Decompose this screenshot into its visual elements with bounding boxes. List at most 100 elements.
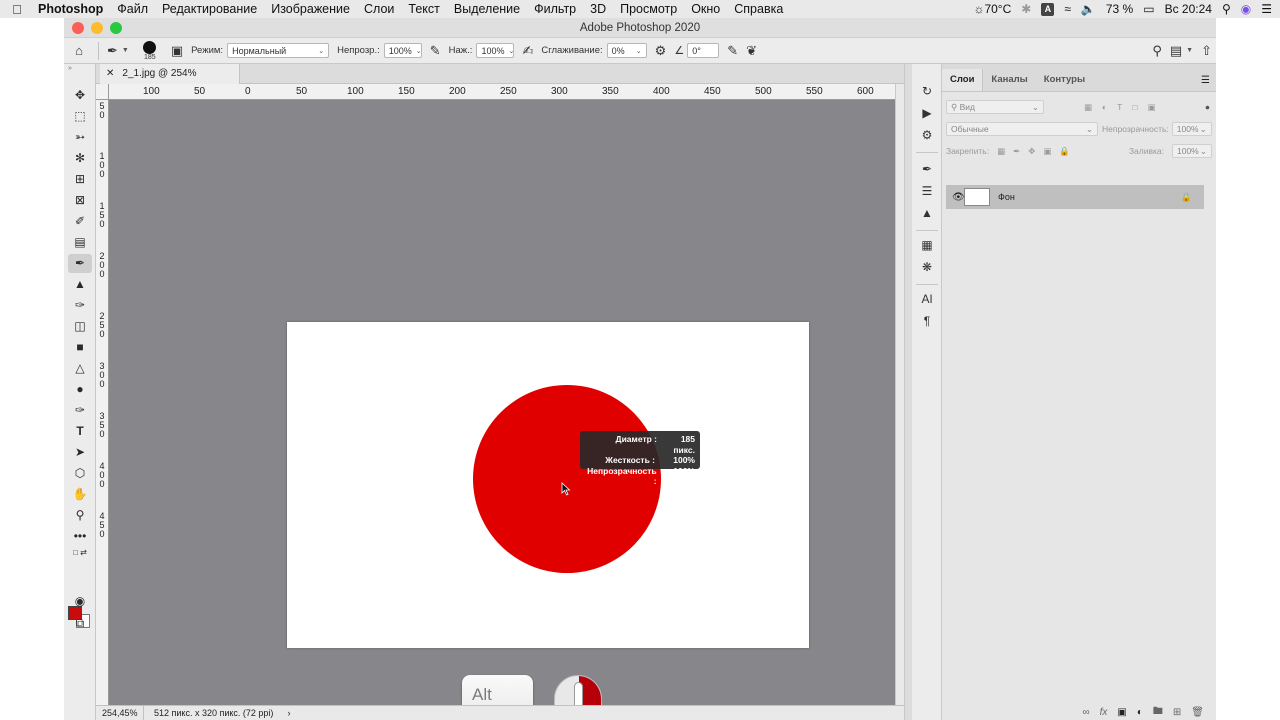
trash-icon[interactable]: 🗑 — [1191, 707, 1204, 718]
collapse-icon[interactable]: » — [64, 64, 95, 76]
menu-select[interactable]: Выделение — [447, 2, 527, 16]
smart-object-filter-icon[interactable]: ▣ — [1148, 102, 1156, 113]
hand-tool[interactable]: ✋ — [68, 485, 92, 504]
clock[interactable]: Вс 20:24 — [1165, 2, 1212, 16]
home-button[interactable]: ⌂ — [64, 38, 94, 64]
wifi-icon[interactable]: ≈ — [1064, 2, 1071, 16]
move-tool[interactable]: ✥ — [68, 86, 92, 105]
default-colors-button[interactable]: □ ⇄ — [68, 548, 92, 558]
close-tab-icon[interactable]: ✕ — [106, 64, 114, 84]
brush-settings-icon[interactable]: ✒ — [915, 160, 939, 178]
menu-help[interactable]: Справка — [727, 2, 790, 16]
spotlight-icon[interactable]: ⚲ — [1222, 2, 1231, 16]
menu-layers[interactable]: Слои — [357, 2, 401, 16]
angle-field[interactable]: 0° — [687, 43, 720, 58]
lock-position-icon[interactable]: ✥ — [1028, 146, 1035, 157]
lock-all-icon[interactable]: 🔒 — [1059, 146, 1070, 157]
color-palette-icon[interactable]: ❋ — [915, 258, 939, 276]
crop-tool[interactable]: ⊞ — [68, 170, 92, 189]
smoothing-options-button[interactable]: ⚙ — [651, 38, 671, 64]
eye-icon[interactable]: 👁 — [952, 192, 965, 203]
chevron-right-icon[interactable]: › — [287, 706, 290, 720]
eyedropper-tool[interactable]: ✐ — [68, 212, 92, 231]
menu-edit[interactable]: Редактирование — [155, 2, 264, 16]
panel-menu-icon[interactable]: ☰ — [1201, 75, 1216, 91]
layer-blend-mode-select[interactable]: Обычные ⌄ — [946, 122, 1098, 136]
layer-opacity-field[interactable]: 100% ⌄ — [1171, 122, 1212, 136]
brush-tool[interactable]: ✒ — [68, 254, 92, 273]
menu-view[interactable]: Просмотр — [613, 2, 684, 16]
cc-libraries-icon[interactable]: ⚙ — [915, 126, 939, 144]
canvas-area[interactable]: Диаметр : 185 пикс. Жесткость : 100% Непро… — [109, 100, 895, 720]
swatches-icon[interactable]: ▦ — [915, 236, 939, 254]
weather-icon[interactable]: ☼70°C — [973, 2, 1011, 16]
battery-percent[interactable]: 73 % — [1106, 2, 1133, 16]
document-tab[interactable]: ✕ 2_1.jpg @ 254% (RGB/8#) * — [100, 64, 240, 99]
pen-tool[interactable]: ✑ — [68, 401, 92, 420]
type-filter-icon[interactable]: T — [1117, 102, 1122, 112]
tab-channels[interactable]: Каналы — [983, 69, 1035, 91]
adjustments-icon[interactable]: ☰ — [915, 182, 939, 200]
menu-window[interactable]: Окно — [684, 2, 727, 16]
add-mask-icon[interactable]: ▣ — [1117, 707, 1126, 718]
workspace-button[interactable]: ▤ ▼ — [1166, 38, 1197, 64]
brush-settings-toggle[interactable]: ▣ — [167, 38, 187, 64]
more-tools[interactable]: ••• — [68, 527, 92, 546]
fullscreen-window-button[interactable] — [110, 22, 122, 34]
apple-icon[interactable]:  — [0, 2, 34, 17]
menu-file[interactable]: Файл — [110, 2, 155, 16]
minimize-window-button[interactable] — [91, 22, 103, 34]
symmetry-button[interactable]: ❦ — [742, 38, 761, 64]
layer-filter-field[interactable]: ⚲ Вид ⌄ — [946, 100, 1044, 114]
character-icon[interactable]: Aǀ — [915, 290, 939, 308]
opacity-field[interactable]: 100% ⌄ — [383, 43, 422, 58]
bluetooth-icon[interactable]: ✱ — [1021, 2, 1031, 16]
screen-mode-button[interactable]: ⧉ — [68, 614, 92, 633]
shape-filter-icon[interactable]: □ — [1132, 102, 1137, 112]
zoom-level[interactable]: 254,45% — [96, 706, 144, 720]
quick-mask-button[interactable]: ◉ — [68, 592, 92, 611]
menu-3d[interactable]: 3D — [583, 2, 613, 16]
lasso-tool[interactable]: ➳ — [68, 128, 92, 147]
pixel-filter-icon[interactable]: ▦ — [1084, 102, 1092, 113]
share-button[interactable]: ⇧ — [1197, 38, 1216, 64]
eraser-tool[interactable]: ◫ — [68, 317, 92, 336]
adjustment-layer-icon[interactable]: ◐ — [1137, 707, 1143, 718]
close-window-button[interactable] — [72, 22, 84, 34]
ruler-origin[interactable] — [96, 84, 109, 100]
vertical-ruler[interactable]: 5 0 1 0 0 1 5 0 2 0 0 2 5 0 3 0 0 3 5 0 … — [96, 100, 109, 705]
type-tool[interactable]: T — [68, 422, 92, 441]
blend-mode-select[interactable]: Нормальный ⌄ — [227, 43, 330, 58]
gradient-tool[interactable]: ■ — [68, 338, 92, 357]
clone-stamp-tool[interactable]: ▲ — [68, 275, 92, 294]
lock-artboard-icon[interactable]: ▣ — [1043, 146, 1051, 157]
search-button[interactable]: ⚲ — [1148, 38, 1166, 64]
volume-icon[interactable]: 🔈 — [1081, 2, 1096, 16]
pressure-size-toggle[interactable]: ✎ — [723, 38, 742, 64]
new-group-icon[interactable]: 🖿 — [1153, 704, 1163, 720]
clone-source-icon[interactable]: ▲ — [915, 204, 939, 222]
horizontal-ruler[interactable]: 100 50 0 50 100 150 200 250 300 350 400 … — [109, 84, 895, 100]
fill-field[interactable]: 100% ⌄ — [1172, 144, 1212, 158]
control-center-icon[interactable]: ☰ — [1261, 2, 1272, 16]
frame-tool[interactable]: ⊠ — [68, 191, 92, 210]
filter-toggle-icon[interactable]: ● — [1205, 102, 1210, 112]
zoom-tool[interactable]: ⚲ — [68, 506, 92, 525]
lock-transparency-icon[interactable]: ▦ — [997, 146, 1005, 157]
tab-paths[interactable]: Контуры — [1036, 69, 1093, 91]
quick-selection-tool[interactable]: ✻ — [68, 149, 92, 168]
battery-icon[interactable]: ▭ — [1143, 2, 1154, 16]
adjustment-filter-icon[interactable]: ◐ — [1102, 102, 1107, 112]
healing-brush-tool[interactable]: ▤ — [68, 233, 92, 252]
menu-app[interactable]: Photoshop — [34, 2, 110, 16]
siri-icon[interactable]: ◉ — [1241, 2, 1251, 16]
layer-style-icon[interactable]: fx — [1100, 707, 1108, 718]
tab-layers[interactable]: Слои — [942, 69, 984, 91]
marquee-tool[interactable]: ⬚ — [68, 107, 92, 126]
pressure-opacity-toggle[interactable]: ✎ — [426, 38, 445, 64]
paragraph-icon[interactable]: ¶ — [915, 312, 939, 330]
layer-row-background[interactable]: 👁 Фон 🔒 — [946, 185, 1204, 209]
tool-preset-picker[interactable]: ✒ ▼ — [103, 38, 133, 64]
menu-type[interactable]: Текст — [401, 2, 446, 16]
lock-pixels-icon[interactable]: ✒ — [1013, 146, 1020, 157]
